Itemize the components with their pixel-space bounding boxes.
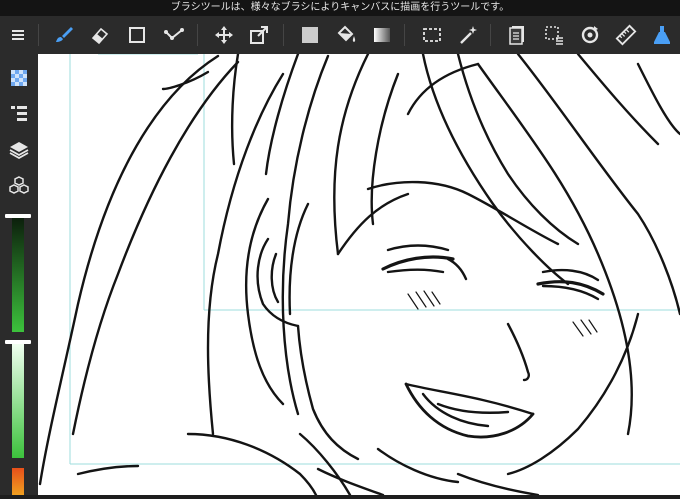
select-menu-icon[interactable]	[540, 16, 568, 54]
tool-hint-bar: ブラシツールは、様々なブラシによりキャンバスに描画を行うツールです。	[0, 0, 680, 16]
move-tool-icon[interactable]	[210, 16, 238, 54]
canvas-guides	[69, 54, 680, 465]
brush-sliders	[0, 206, 38, 495]
brush-tool-icon[interactable]	[49, 16, 77, 54]
toolbar-separator	[404, 24, 405, 46]
tool-hint-text: ブラシツールは、様々なブラシによりキャンバスに描画を行うツールです。	[170, 2, 510, 13]
material-icon[interactable]	[5, 64, 33, 92]
toolbar-separator	[38, 24, 39, 46]
left-sidebar	[0, 54, 38, 495]
snap-icon[interactable]	[648, 16, 676, 54]
brush-list-icon[interactable]	[5, 100, 33, 128]
eraser-tool-icon[interactable]	[86, 16, 114, 54]
selection-tool-icon[interactable]	[418, 16, 446, 54]
brush-size-handle[interactable]	[5, 214, 31, 218]
toolbar-separator	[197, 24, 198, 46]
color-swatch[interactable]	[12, 468, 24, 495]
3d-objects-icon[interactable]	[5, 172, 33, 200]
toolbar-separator	[283, 24, 284, 46]
shape-tool-icon[interactable]	[123, 16, 151, 54]
brush-opacity-slider[interactable]	[5, 340, 31, 458]
pen-stroke-tool-icon[interactable]	[160, 16, 188, 54]
line-art	[38, 54, 680, 495]
toolbar-separator	[490, 24, 491, 46]
brush-opacity-handle[interactable]	[5, 340, 31, 344]
magic-wand-tool-icon[interactable]	[454, 16, 482, 54]
fill-color-icon[interactable]	[296, 16, 324, 54]
brush-size-slider[interactable]	[5, 214, 31, 332]
menu-icon[interactable]	[4, 16, 32, 54]
rotate-canvas-icon[interactable]	[576, 16, 604, 54]
drawing-canvas[interactable]	[38, 54, 680, 495]
gradient-tool-icon[interactable]	[368, 16, 396, 54]
top-toolbar	[0, 16, 680, 54]
ruler-icon[interactable]	[612, 16, 640, 54]
bucket-tool-icon[interactable]	[332, 16, 360, 54]
transform-tool-icon[interactable]	[245, 16, 273, 54]
copy-layer-icon[interactable]	[503, 16, 531, 54]
layers-icon[interactable]	[5, 136, 33, 164]
